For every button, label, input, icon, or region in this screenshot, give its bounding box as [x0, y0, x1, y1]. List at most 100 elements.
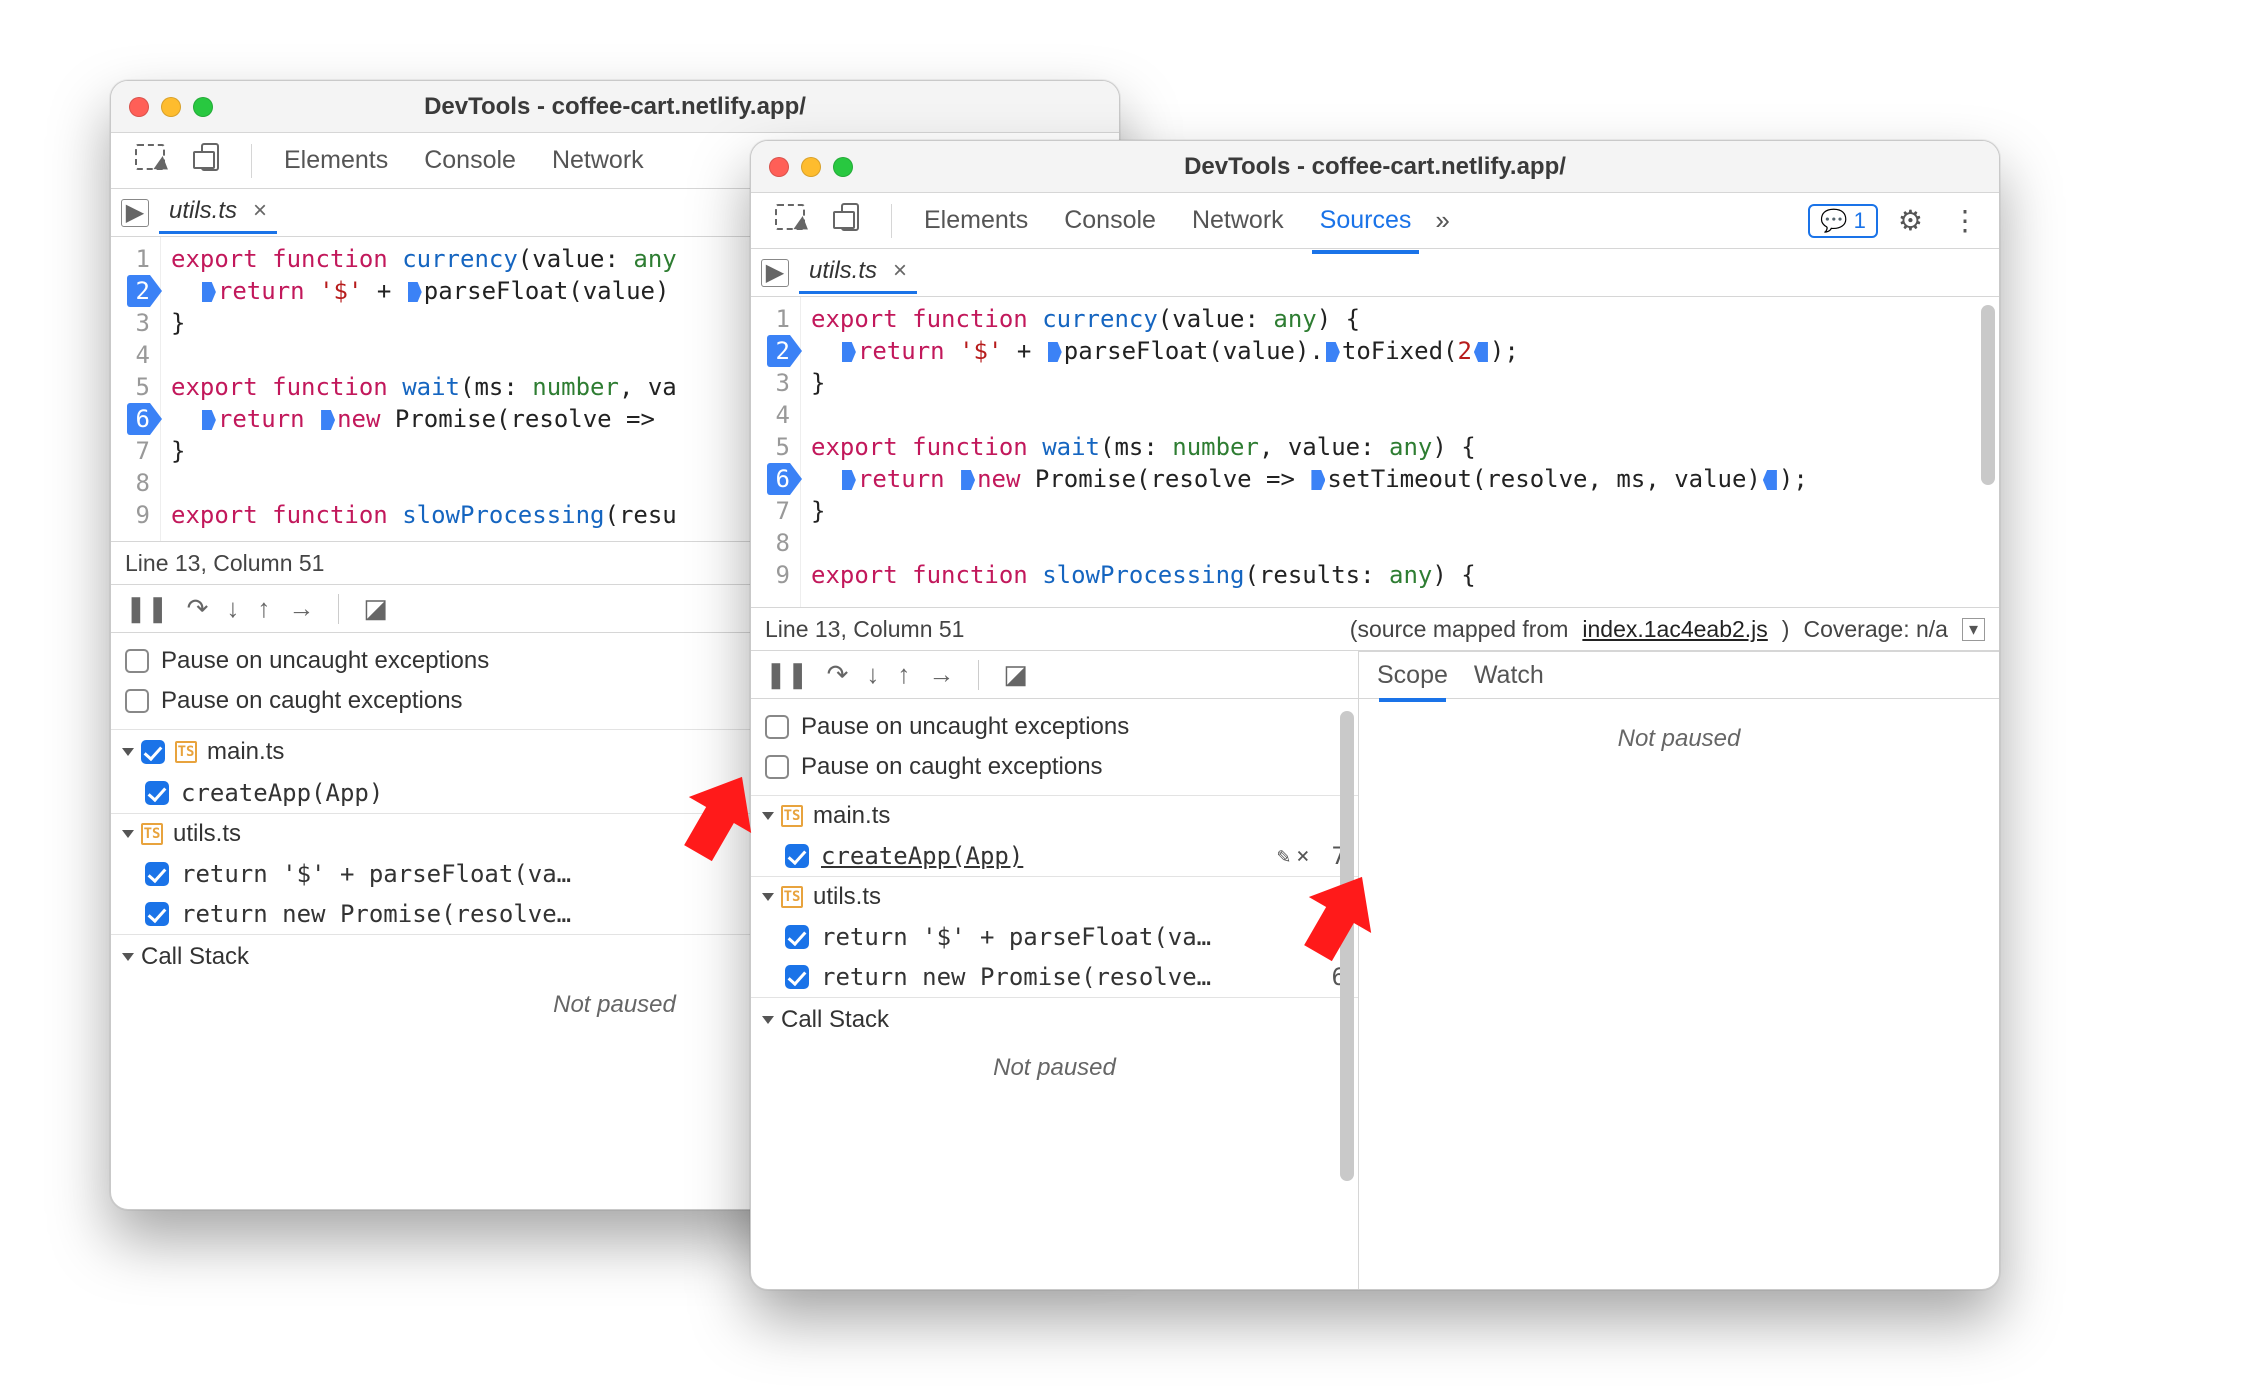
line-number[interactable]: 5 — [127, 371, 150, 403]
tab-network[interactable]: Network — [540, 140, 656, 181]
line-number[interactable]: 2 — [767, 335, 790, 367]
close-window-button[interactable] — [129, 97, 149, 117]
close-file-tab-icon[interactable]: × — [247, 197, 273, 225]
file-tab-label: utils.ts — [169, 197, 237, 225]
code-line[interactable]: } — [811, 367, 1989, 399]
code-line[interactable]: } — [811, 495, 1989, 527]
step-icon[interactable]: → — [928, 659, 954, 690]
code-line[interactable]: return '$' + parseFloat(value).toFixed(2… — [811, 335, 1989, 367]
breakpoint-checkbox-icon[interactable] — [785, 965, 809, 989]
line-number[interactable]: 7 — [127, 435, 150, 467]
inspect-element-icon[interactable] — [123, 138, 177, 183]
deactivate-breakpoints-icon[interactable]: ◪ — [363, 593, 388, 624]
tab-console[interactable]: Console — [412, 140, 528, 181]
pause-options: Pause on uncaught exceptions Pause on ca… — [751, 699, 1358, 795]
file-checkbox-icon[interactable] — [141, 740, 165, 764]
line-number[interactable]: 9 — [767, 559, 790, 591]
tab-scope[interactable]: Scope — [1377, 661, 1448, 690]
zoom-window-button[interactable] — [193, 97, 213, 117]
scrollbar[interactable] — [1981, 305, 1995, 485]
callstack-header[interactable]: Call Stack — [751, 997, 1358, 1042]
line-number[interactable]: 8 — [767, 527, 790, 559]
breakpoint-item[interactable]: createApp(App)✎×7 — [751, 836, 1358, 876]
step-out-icon[interactable]: ↑ — [897, 659, 910, 690]
inspect-element-icon[interactable] — [763, 198, 817, 243]
step-icon[interactable]: → — [288, 593, 314, 624]
pause-icon[interactable]: ❚❚ — [765, 659, 809, 690]
issues-badge[interactable]: 💬 1 — [1808, 204, 1878, 238]
line-number[interactable]: 2 — [127, 275, 150, 307]
devtools-window-front: DevTools - coffee-cart.netlify.app/ Elem… — [750, 140, 2000, 1290]
sources-navigator-toggle-icon[interactable]: ▶ — [121, 199, 149, 227]
line-number[interactable]: 3 — [127, 307, 150, 339]
pause-caught-checkbox[interactable]: Pause on caught exceptions — [765, 747, 1344, 787]
settings-gear-icon[interactable]: ⚙ — [1890, 200, 1931, 241]
step-over-icon[interactable]: ↷ — [827, 659, 849, 690]
breakpoint-item[interactable]: return new Promise(resolve…6 — [751, 957, 1358, 997]
close-file-tab-icon[interactable]: × — [887, 257, 913, 285]
file-tab-utils[interactable]: utils.ts × — [799, 251, 917, 294]
line-number[interactable]: 3 — [767, 367, 790, 399]
line-number[interactable]: 1 — [127, 243, 150, 275]
breakpoint-checkbox-icon[interactable] — [145, 902, 169, 926]
checkbox-icon — [765, 755, 789, 779]
code-editor[interactable]: 123456789 export function currency(value… — [751, 297, 1999, 607]
code-line[interactable] — [811, 527, 1989, 559]
tab-watch[interactable]: Watch — [1474, 661, 1544, 690]
step-into-icon[interactable]: ↓ — [866, 659, 879, 690]
remove-breakpoint-icon[interactable]: × — [1296, 844, 1309, 869]
line-number[interactable]: 4 — [767, 399, 790, 431]
code-line[interactable]: export function currency(value: any) { — [811, 303, 1989, 335]
line-number[interactable]: 7 — [767, 495, 790, 527]
line-number[interactable]: 6 — [127, 403, 150, 435]
step-over-icon[interactable]: ↷ — [187, 593, 209, 624]
tab-elements[interactable]: Elements — [912, 200, 1040, 241]
kebab-menu-icon[interactable]: ⋮ — [1943, 200, 1987, 241]
device-toolbar-icon[interactable] — [189, 137, 231, 184]
step-out-icon[interactable]: ↑ — [257, 593, 270, 624]
issues-count: 1 — [1854, 208, 1866, 234]
sources-navigator-toggle-icon[interactable]: ▶ — [761, 259, 789, 287]
device-toolbar-icon[interactable] — [829, 197, 871, 244]
breakpoint-item[interactable]: return '$' + parseFloat(va…2 — [751, 917, 1358, 957]
code-line[interactable] — [811, 399, 1989, 431]
tab-elements[interactable]: Elements — [272, 140, 400, 181]
minimize-window-button[interactable] — [801, 157, 821, 177]
step-into-icon[interactable]: ↓ — [226, 593, 239, 624]
minimize-window-button[interactable] — [161, 97, 181, 117]
line-number[interactable]: 1 — [767, 303, 790, 335]
line-gutter[interactable]: 123456789 — [751, 297, 801, 607]
breakpoint-file-header[interactable]: TSutils.ts — [751, 876, 1358, 917]
zoom-window-button[interactable] — [833, 157, 853, 177]
line-number[interactable]: 4 — [127, 339, 150, 371]
more-tabs-icon[interactable]: » — [1435, 205, 1449, 236]
source-map-link[interactable]: index.1ac4eab2.js — [1582, 616, 1767, 643]
code-line[interactable]: export function wait(ms: number, value: … — [811, 431, 1989, 463]
chevron-down-icon — [122, 830, 134, 838]
breakpoint-checkbox-icon[interactable] — [145, 781, 169, 805]
breakpoint-file-header[interactable]: TSmain.ts — [751, 795, 1358, 836]
pause-icon[interactable]: ❚❚ — [125, 593, 169, 624]
code-line[interactable]: export function slowProcessing(results: … — [811, 559, 1989, 591]
deactivate-breakpoints-icon[interactable]: ◪ — [1003, 659, 1028, 690]
line-number[interactable]: 8 — [127, 467, 150, 499]
line-number[interactable]: 9 — [127, 499, 150, 531]
close-window-button[interactable] — [769, 157, 789, 177]
coverage-dropdown-icon[interactable]: ▾ — [1962, 618, 1985, 641]
pause-caught-label: Pause on caught exceptions — [801, 753, 1103, 781]
tab-network[interactable]: Network — [1180, 200, 1296, 241]
breakpoint-checkbox-icon[interactable] — [145, 862, 169, 886]
tab-console[interactable]: Console — [1052, 200, 1168, 241]
breakpoint-checkbox-icon[interactable] — [785, 844, 809, 868]
line-number[interactable]: 5 — [767, 431, 790, 463]
pause-uncaught-checkbox[interactable]: Pause on uncaught exceptions — [765, 707, 1344, 747]
file-tab-utils[interactable]: utils.ts × — [159, 191, 277, 234]
line-number[interactable]: 6 — [767, 463, 790, 495]
devtools-tabbar: Elements Console Network Sources » 💬 1 ⚙… — [751, 193, 1999, 249]
edit-breakpoint-icon[interactable]: ✎ — [1277, 844, 1290, 869]
line-gutter[interactable]: 123456789 — [111, 237, 161, 541]
code-lines[interactable]: export function currency(value: any) { r… — [801, 297, 1999, 607]
tab-sources[interactable]: Sources — [1308, 200, 1424, 241]
breakpoint-checkbox-icon[interactable] — [785, 925, 809, 949]
code-line[interactable]: return new Promise(resolve => setTimeout… — [811, 463, 1989, 495]
